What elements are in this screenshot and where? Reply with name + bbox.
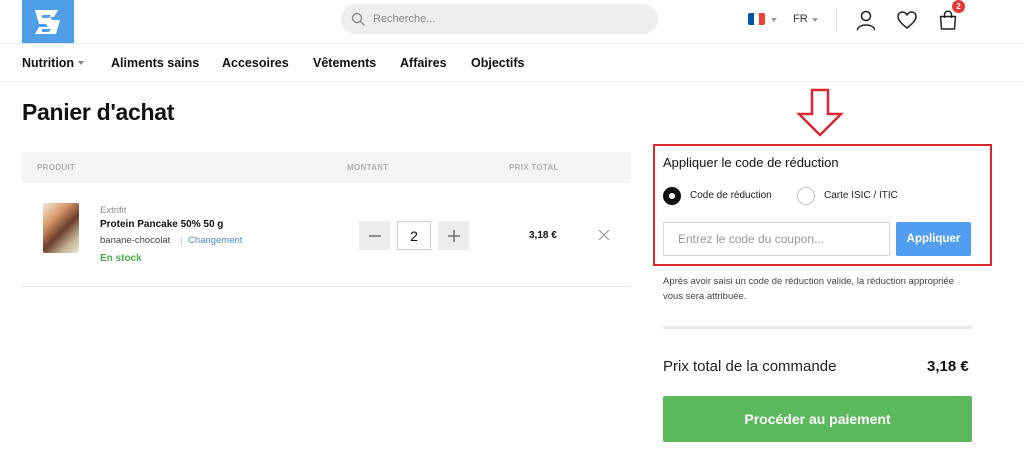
column-header-total: PRIX TOTAL [509,163,559,172]
product-brand: Extrifit [100,205,127,216]
order-total-value: 3,18 € [927,358,969,375]
search-bar[interactable] [341,4,658,34]
cart-count-badge: 2 [952,0,965,13]
column-header-product: PRODUIT [37,163,76,172]
cart-table-header: PRODUIT MONTANT PRIX TOTAL [22,152,631,183]
stock-status: En stock [100,253,142,264]
nav-item-affaires[interactable]: Affaires [400,56,447,70]
radio-label-isic-card[interactable]: Carte ISIC / ITIC [824,190,898,201]
order-total-label: Prix total de la commande [663,358,837,375]
nav-item-vetements[interactable]: Vêtements [313,56,376,70]
search-input[interactable] [373,13,633,25]
header-divider [836,8,837,32]
arrow-down-icon [796,88,844,137]
language-selector[interactable]: FR [793,13,808,25]
chevron-down-icon[interactable] [771,18,777,22]
row-divider [22,286,631,287]
chevron-down-icon[interactable] [812,18,818,22]
coupon-title: Appliquer le code de réduction [663,155,839,170]
product-image[interactable] [43,203,79,253]
coupon-code-input[interactable] [663,222,890,256]
variant-separator: | [180,235,183,246]
product-name[interactable]: Protein Pancake 50% 50 g [100,219,223,230]
column-header-amount: MONTANT [347,163,389,172]
chevron-down-icon[interactable] [78,61,84,65]
main-nav: Nutrition Aliments sains Accesoires Vête… [0,44,1024,82]
french-flag-icon[interactable] [748,13,765,25]
apply-coupon-button[interactable]: Appliquer [896,222,971,256]
page-title: Panier d'achat [22,99,175,125]
close-icon[interactable] [598,229,610,241]
decrease-quantity-button[interactable] [359,221,390,250]
checkout-button[interactable]: Procéder au paiement [663,396,972,442]
coupon-note: Après avoir saisi un code de réduction v… [663,276,954,302]
site-logo[interactable] [22,0,74,43]
summary-divider [663,326,972,329]
brand-logo-icon [35,9,60,34]
site-header: FR 2 [0,0,1024,44]
change-variant-link[interactable]: Changement [188,235,242,246]
nav-item-objectifs[interactable]: Objectifs [471,56,525,70]
plus-icon [447,229,460,242]
increase-quantity-button[interactable] [438,221,469,250]
radio-label-discount-code[interactable]: Code de réduction [690,190,772,201]
line-total-price: 3,18 € [529,230,557,241]
heart-icon[interactable] [896,9,918,31]
quantity-field[interactable]: 2 [397,221,431,250]
nav-item-aliments-sains[interactable]: Aliments sains [111,56,199,70]
product-variant: banane-chocolat [100,235,171,246]
search-icon [351,12,365,26]
radio-isic-card[interactable] [797,187,815,205]
radio-discount-code[interactable] [663,187,681,205]
nav-item-nutrition[interactable]: Nutrition [22,56,74,70]
minus-icon [368,234,381,237]
nav-item-accesoires[interactable]: Accesoires [222,56,289,70]
user-icon[interactable] [855,9,877,31]
